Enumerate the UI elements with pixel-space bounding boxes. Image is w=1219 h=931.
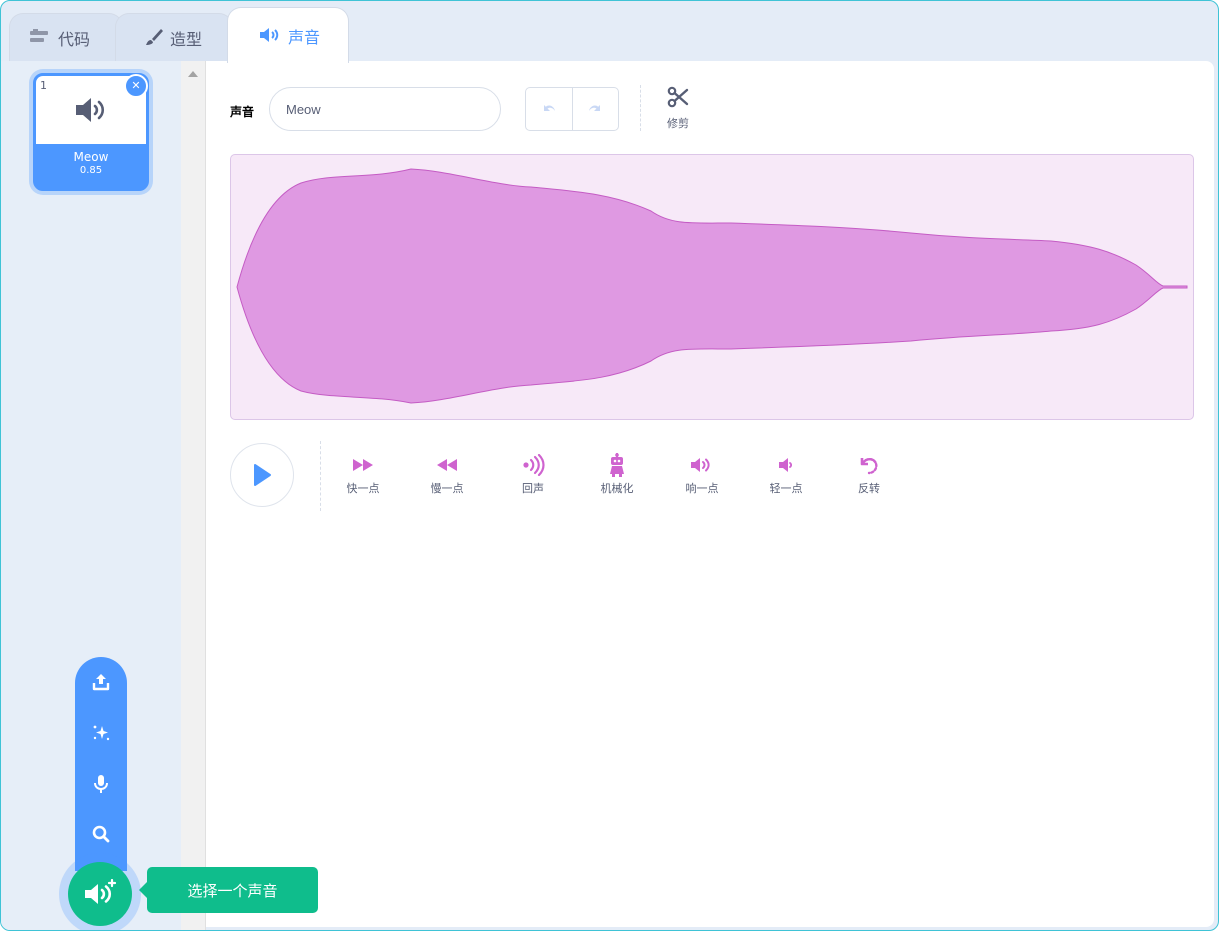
effect-robot-button[interactable]: 机械化: [587, 453, 647, 496]
trim-button[interactable]: 修剪: [660, 85, 696, 135]
undo-redo-group: [525, 87, 619, 131]
upload-sound-button[interactable]: [75, 667, 127, 697]
sound-editor-window: 代码 造型 声音 1 ✕ Meow 0.85 声音 Meow 修剪 快一点 慢一…: [0, 0, 1219, 931]
faster-icon: [333, 453, 393, 477]
add-sound-menu: [75, 657, 127, 871]
tab-code-label: 代码: [58, 30, 91, 49]
redo-button[interactable]: [571, 88, 619, 130]
add-sound-icon: [85, 879, 117, 904]
sparkle-icon: [93, 725, 110, 741]
delete-sound-icon[interactable]: ✕: [124, 74, 148, 98]
effect-faster-label: 快一点: [346, 482, 380, 495]
trim-label: 修剪: [667, 117, 689, 130]
tab-costumes-label: 造型: [170, 30, 203, 49]
search-icon: [92, 825, 110, 843]
add-sound-button-inner[interactable]: [68, 862, 132, 926]
code-blocks-icon: [28, 26, 52, 48]
effect-softer-label: 轻一点: [769, 482, 803, 495]
undo-icon: [543, 105, 555, 111]
effect-echo-label: 回声: [522, 482, 544, 495]
tab-sounds-label: 声音: [288, 28, 321, 47]
upload-icon: [92, 674, 110, 691]
choose-sound-tooltip: 选择一个声音: [139, 867, 318, 913]
effect-robot-label: 机械化: [600, 482, 634, 495]
effect-softer-button[interactable]: 轻一点: [756, 453, 816, 496]
effect-louder-button[interactable]: 响一点: [672, 453, 732, 496]
louder-icon: [672, 453, 732, 477]
sound-name-input[interactable]: [269, 87, 501, 131]
sound-waveform: [236, 168, 1188, 404]
sound-list-scrollbar[interactable]: [181, 61, 206, 930]
sound-item-index: 1: [40, 79, 47, 92]
effect-louder-label: 响一点: [685, 482, 719, 495]
effect-slower-label: 慢一点: [430, 482, 464, 495]
surprise-sound-button[interactable]: [75, 718, 127, 748]
add-sound-button[interactable]: [59, 853, 141, 930]
redo-icon: [589, 105, 601, 111]
softer-icon: [756, 453, 816, 477]
tab-code[interactable]: 代码: [9, 13, 123, 61]
play-icon: [254, 464, 271, 486]
undo-button[interactable]: [526, 88, 572, 130]
effects-divider: [320, 441, 321, 511]
tab-sounds[interactable]: 声音: [227, 7, 349, 63]
sound-item-duration: 0.85: [79, 165, 103, 176]
effect-reverse-label: 反转: [858, 482, 880, 495]
record-sound-button[interactable]: [75, 769, 127, 799]
sound-item-meow[interactable]: 1 ✕ Meow 0.85: [33, 73, 149, 191]
effect-reverse-button[interactable]: 反转: [839, 453, 899, 496]
speaker-icon: [76, 98, 105, 122]
effect-slower-button[interactable]: 慢一点: [417, 453, 477, 496]
reverse-icon: [839, 453, 899, 477]
microphone-icon: [94, 775, 108, 793]
waveform-display[interactable]: [230, 154, 1194, 420]
effect-echo-button[interactable]: 回声: [503, 453, 563, 496]
effect-faster-button[interactable]: 快一点: [333, 453, 393, 496]
sound-name-label: 声音: [230, 105, 255, 119]
brush-icon: [144, 26, 164, 48]
scissors-icon: [667, 86, 689, 108]
echo-icon: [503, 453, 563, 477]
speaker-icon: [258, 24, 282, 46]
sound-editor-panel: 声音 修剪: [206, 61, 1214, 927]
robot-icon: [587, 453, 647, 477]
scroll-up-arrow-icon[interactable]: [188, 71, 198, 77]
sound-item-name: Meow: [73, 150, 109, 164]
slower-icon: [417, 453, 477, 477]
tab-costumes[interactable]: 造型: [115, 13, 233, 61]
toolbar-divider: [640, 85, 641, 131]
search-sound-button[interactable]: [75, 819, 127, 849]
play-sound-button[interactable]: [230, 443, 294, 507]
